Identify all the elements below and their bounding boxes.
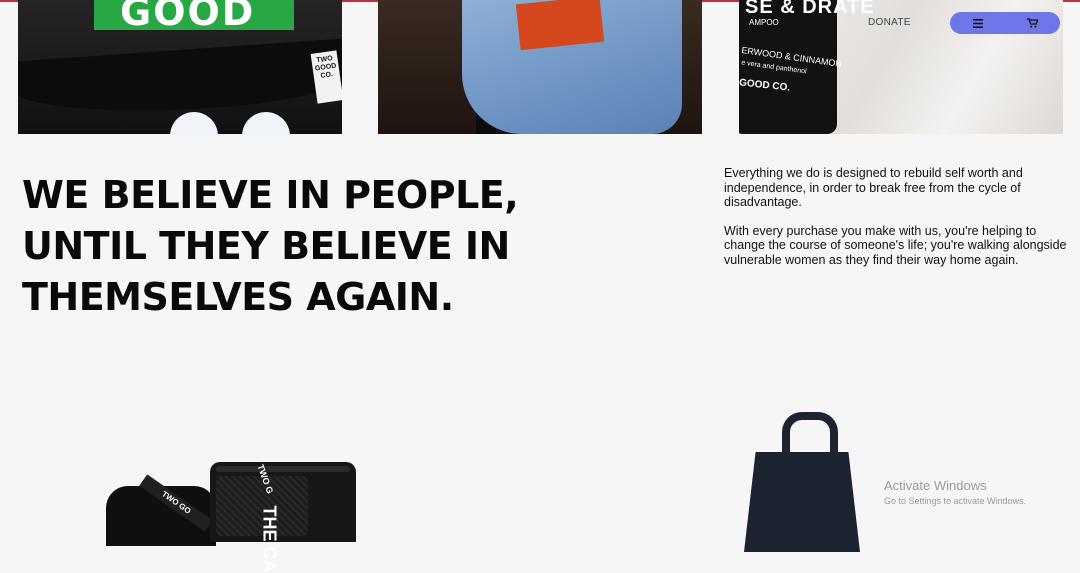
mission-paragraph-2: With every purchase you make with us, yo… <box>724 223 1067 267</box>
red-book <box>515 0 605 51</box>
mission-paragraph-1: Everything we do is designed to rebuild … <box>724 166 1023 209</box>
headline-line-1: WE BELIEVE IN PEOPLE, <box>22 173 519 217</box>
watermark-subtitle: Go to Settings to activate Windows. <box>884 496 1027 506</box>
donate-link[interactable]: DONATE <box>868 17 911 28</box>
bottle-title: SE & DRATE <box>745 0 875 18</box>
shampoo-bottle: SE & DRATE AMPOO ERWOOD & CINNAMON e ver… <box>739 0 874 134</box>
headline-line-2: UNTIL THEY BELIEVE IN <box>22 224 510 268</box>
green-book: GOOD <box>94 0 294 34</box>
watermark-title: Activate Windows <box>884 478 987 493</box>
nav-pill <box>950 12 1060 34</box>
product-navy-tote[interactable] <box>744 412 864 552</box>
bag-print: THE CA <box>259 505 280 573</box>
hero-headline: WE BELIEVE IN PEOPLE, UNTIL THEY BELIEVE… <box>22 170 542 323</box>
mission-copy: Everything we do is designed to rebuild … <box>724 166 1080 281</box>
product-black-pouch[interactable]: TWO GO <box>106 474 216 546</box>
product-image-tote[interactable]: GOOD TWO GOOD CO. <box>18 0 342 134</box>
cart-icon[interactable] <box>1024 14 1042 32</box>
tote-body <box>744 452 860 552</box>
bag-zipper <box>216 466 350 472</box>
windows-activation-watermark: Activate Windows Go to Settings to activ… <box>884 478 1026 506</box>
pouch-strap: TWO GO <box>139 474 213 532</box>
bottle-subtitle: AMPOO <box>749 18 779 27</box>
product-image-book[interactable] <box>378 0 702 134</box>
product-mesh-bag[interactable]: TWO G THE CA <box>210 462 356 573</box>
book-cover-text: GOOD <box>120 0 256 34</box>
headline-line-3: THEMSELVES AGAIN. <box>22 275 454 319</box>
hamburger-menu-icon[interactable] <box>969 14 987 32</box>
bottle-brand: GOOD CO. <box>739 77 791 94</box>
